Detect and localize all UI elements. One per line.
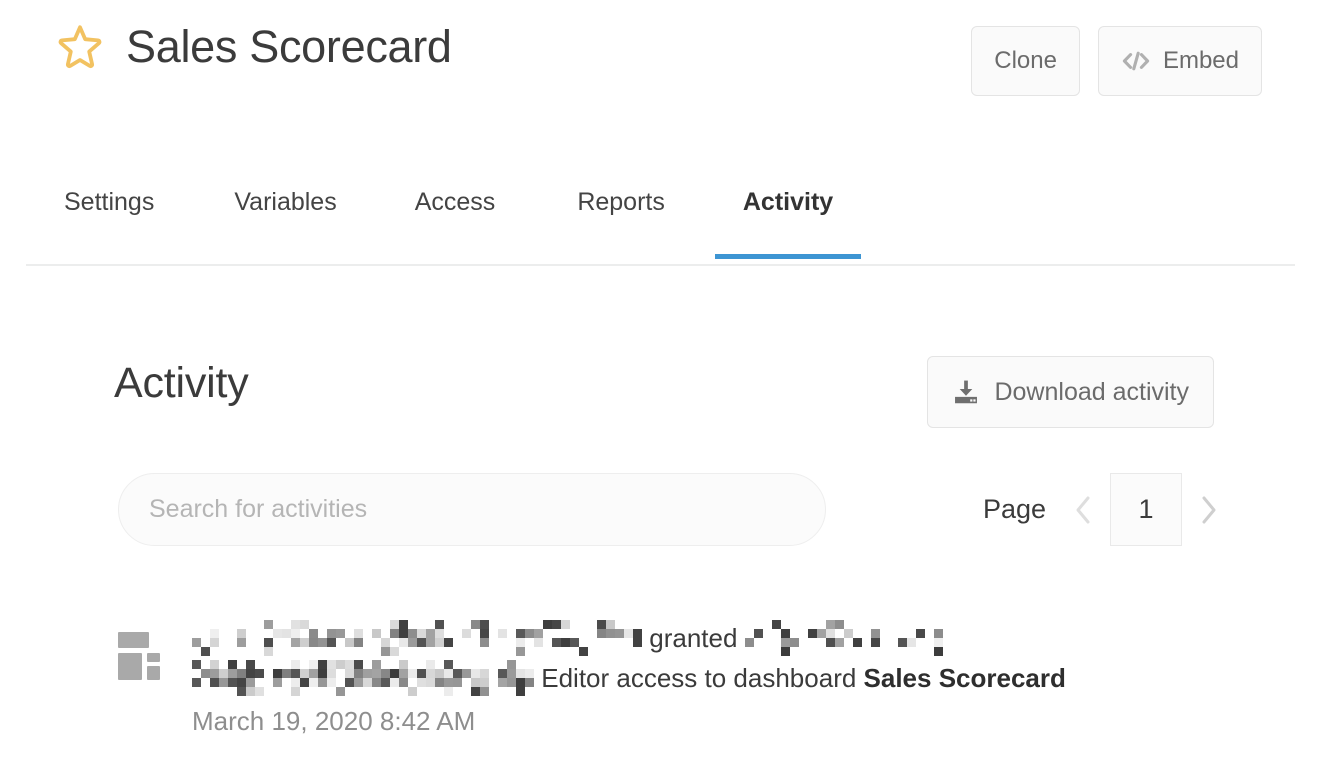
embed-button-label: Embed xyxy=(1162,47,1239,74)
activity-description: granted Editor access to dashboard Sales… xyxy=(192,618,1066,698)
tab-settings[interactable]: Settings xyxy=(64,186,154,257)
download-activity-button[interactable]: Download activity xyxy=(927,356,1214,428)
code-icon xyxy=(1122,51,1150,71)
section-title: Activity xyxy=(114,359,249,407)
next-page-button[interactable] xyxy=(1190,490,1228,530)
activity-list: granted Editor access to dashboard Sales… xyxy=(0,618,1320,738)
redacted-target-name xyxy=(744,620,952,657)
activity-timestamp: March 19, 2020 8:42 AM xyxy=(192,706,476,737)
tab-variables-label: Variables xyxy=(234,188,337,216)
activity-page: Sales Scorecard Clone Embed Settings Var… xyxy=(0,0,1320,764)
search-input[interactable] xyxy=(118,473,826,546)
tab-activity[interactable]: Activity xyxy=(714,186,862,259)
tab-variables[interactable]: Variables xyxy=(234,186,336,257)
tab-activity-label: Activity xyxy=(742,188,834,216)
tab-access-label: Access xyxy=(414,188,496,216)
pagination: Page 1 xyxy=(983,473,1228,546)
tab-settings-label: Settings xyxy=(64,188,155,216)
activity-action-text: granted xyxy=(649,623,738,653)
activity-body: granted Editor access to dashboard Sales… xyxy=(192,618,1066,738)
activity-access-text: Editor access to dashboard xyxy=(541,663,864,694)
tab-access[interactable]: Access xyxy=(415,186,496,257)
clone-button-label: Clone xyxy=(994,47,1057,74)
chevron-right-icon xyxy=(1202,496,1216,523)
tab-bar: Settings Variables Access Reports Activi… xyxy=(26,186,1295,266)
download-activity-label: Download activity xyxy=(994,377,1189,406)
current-page[interactable]: 1 xyxy=(1110,473,1182,546)
tab-reports-label: Reports xyxy=(577,188,665,216)
dashboard-icon xyxy=(118,632,160,680)
header-actions: Clone Embed xyxy=(971,26,1262,96)
dashboard-title-group: Sales Scorecard xyxy=(56,22,452,70)
prev-page-button[interactable] xyxy=(1064,490,1102,530)
page-header: Sales Scorecard Clone Embed xyxy=(0,0,1320,122)
activity-dashboard-name: Sales Scorecard xyxy=(863,663,1066,694)
pagination-label: Page xyxy=(982,494,1046,524)
chevron-left-icon xyxy=(1076,496,1090,523)
section-header: Activity Download activity xyxy=(114,356,1214,440)
activity-list-item: granted Editor access to dashboard Sales… xyxy=(0,618,1320,738)
download-icon xyxy=(955,380,978,404)
star-outline-icon[interactable] xyxy=(56,22,104,70)
page-title: Sales Scorecard xyxy=(126,20,452,72)
clone-button[interactable]: Clone xyxy=(971,26,1080,96)
activity-toolbar: Page 1 xyxy=(0,473,1320,553)
redacted-user-name xyxy=(192,620,642,657)
redacted-user-email xyxy=(192,660,534,697)
embed-button[interactable]: Embed xyxy=(1097,26,1262,96)
tab-reports[interactable]: Reports xyxy=(577,186,665,257)
